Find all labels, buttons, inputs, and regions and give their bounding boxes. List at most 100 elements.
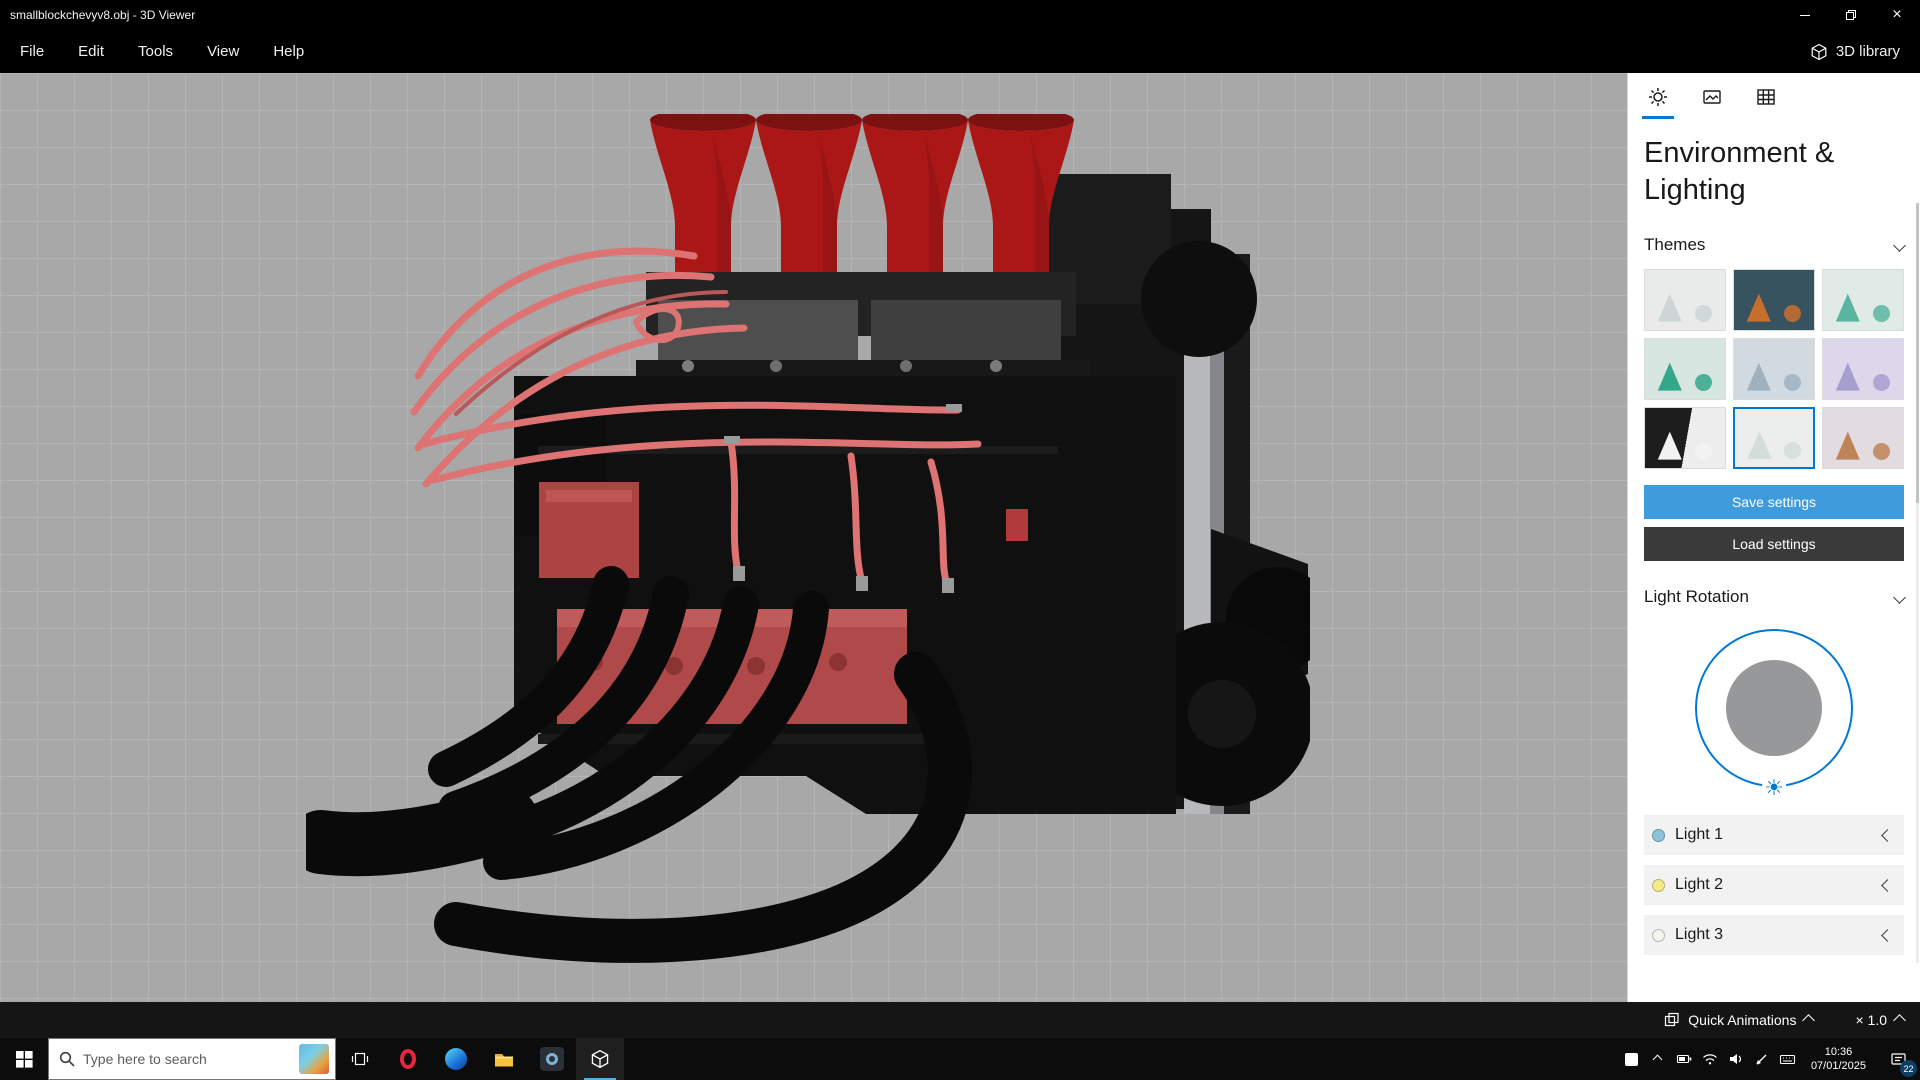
close-button[interactable]: × <box>1874 0 1920 30</box>
edge-icon <box>445 1048 467 1070</box>
tab-environment-lighting[interactable] <box>1642 85 1674 119</box>
theme-thumbnail-5[interactable] <box>1733 338 1815 400</box>
load-settings-button[interactable]: Load settings <box>1644 527 1904 561</box>
panel-scrollbar[interactable] <box>1916 203 1919 963</box>
action-center-button[interactable]: 22 <box>1876 1038 1920 1080</box>
tab-display[interactable] <box>1698 85 1726 119</box>
theme-cone <box>1657 362 1682 391</box>
theme-thumbnail-3[interactable] <box>1822 269 1904 331</box>
chevron-down-icon <box>1893 590 1906 604</box>
pen-button[interactable] <box>1749 1038 1775 1080</box>
opera-button[interactable] <box>384 1038 432 1080</box>
panel-heading: Environment & Lighting <box>1644 137 1835 206</box>
light-3-color-dot <box>1652 928 1665 942</box>
theme-thumbnail-8-selected[interactable] <box>1733 407 1815 469</box>
theme-thumbnail-7[interactable] <box>1644 407 1726 469</box>
light-2-color-dot <box>1652 878 1665 892</box>
engine-model[interactable] <box>306 114 1310 967</box>
viewport[interactable] <box>0 73 1627 1002</box>
minimize-button[interactable] <box>1782 0 1828 30</box>
sun-marker-icon[interactable]: ☀ <box>1762 775 1786 801</box>
3d-viewer-app-icon <box>591 1049 609 1069</box>
display-icon <box>1703 90 1721 104</box>
scrollbar-thumb[interactable] <box>1916 203 1919 503</box>
menu-edit[interactable]: Edit <box>61 30 121 73</box>
light-rotation-dial[interactable]: ☀ <box>1695 629 1853 801</box>
theme-sphere <box>1695 304 1713 322</box>
3d-viewer-taskbar-button[interactable] <box>576 1038 624 1080</box>
menu-help[interactable]: Help <box>256 30 321 73</box>
light-rotation-section-header[interactable]: Light Rotation <box>1644 587 1906 607</box>
light-1-row[interactable]: Light 1 <box>1644 815 1904 855</box>
tray-app-button[interactable] <box>1619 1038 1645 1080</box>
theme-thumbnail-4[interactable] <box>1644 338 1726 400</box>
theme-thumbnail-6[interactable] <box>1822 338 1904 400</box>
restore-icon <box>1846 10 1856 20</box>
gear-icon <box>546 1053 558 1065</box>
chevron-left-icon <box>1881 828 1894 842</box>
task-view-button[interactable] <box>336 1038 384 1080</box>
cube-icon <box>1811 43 1827 60</box>
light-1-label: Light 1 <box>1675 826 1724 843</box>
tab-grid[interactable] <box>1752 85 1780 119</box>
3d-library-button[interactable]: 3D library <box>1790 30 1920 73</box>
menu-file[interactable]: File <box>0 30 61 73</box>
gear-app-icon <box>540 1047 564 1071</box>
minimize-icon <box>1800 14 1810 16</box>
network-button[interactable] <box>1697 1038 1723 1080</box>
clock-time: 10:36 <box>1824 1046 1853 1058</box>
chevron-left-icon <box>1881 928 1894 942</box>
pen-icon <box>1756 1054 1767 1065</box>
playback-bar: Quick Animations × 1.0 <box>0 1002 1920 1038</box>
edge-button[interactable] <box>432 1038 480 1080</box>
light-rotation-knob[interactable] <box>1726 660 1822 756</box>
close-icon: × <box>1892 6 1902 23</box>
volume-button[interactable] <box>1723 1038 1749 1080</box>
themes-grid <box>1644 269 1904 469</box>
start-button[interactable] <box>0 1038 48 1080</box>
light-list: Light 1 Light 2 Light 3 <box>1644 815 1904 955</box>
touch-keyboard-button[interactable] <box>1775 1038 1801 1080</box>
restore-button[interactable] <box>1828 0 1874 30</box>
quick-animations-control[interactable]: Quick Animations <box>1664 1012 1816 1028</box>
theme-sphere <box>1873 373 1891 391</box>
theme-thumbnail-2[interactable] <box>1733 269 1815 331</box>
search-icon <box>59 1051 75 1067</box>
theme-cone <box>1657 293 1682 322</box>
chevron-up-icon <box>1802 1013 1816 1027</box>
window-title: smallblockchevyv8.obj - 3D Viewer <box>10 8 196 22</box>
show-hidden-icons-button[interactable] <box>1645 1038 1671 1080</box>
taskbar-clock[interactable]: 10:36 07/01/2025 <box>1801 1045 1876 1073</box>
sun-icon <box>1649 88 1667 106</box>
opera-icon <box>400 1049 416 1069</box>
file-explorer-button[interactable] <box>480 1038 528 1080</box>
taskbar-search-input[interactable] <box>83 1051 291 1067</box>
taskbar-search[interactable] <box>48 1038 336 1080</box>
light-rotation-label: Light Rotation <box>1644 587 1749 606</box>
theme-cone <box>1657 431 1682 460</box>
light-2-row[interactable]: Light 2 <box>1644 865 1904 905</box>
themes-section-header[interactable]: Themes <box>1644 235 1906 255</box>
theme-cone <box>1835 431 1860 460</box>
scale-value: × 1.0 <box>1855 1012 1887 1028</box>
theme-thumbnail-1[interactable] <box>1644 269 1726 331</box>
themes-label: Themes <box>1644 235 1706 254</box>
theme-sphere <box>1784 373 1802 391</box>
theme-thumbnail-9[interactable] <box>1822 407 1904 469</box>
menu-view[interactable]: View <box>190 30 256 73</box>
notification-badge: 22 <box>1900 1060 1917 1077</box>
theme-cone <box>1835 362 1860 391</box>
search-highlight-icon[interactable] <box>299 1044 329 1074</box>
chevron-up-icon <box>1893 1013 1906 1027</box>
app-button[interactable] <box>528 1038 576 1080</box>
menu-tools[interactable]: Tools <box>121 30 190 73</box>
theme-cone <box>1746 362 1771 391</box>
grid-icon <box>1757 89 1775 105</box>
light-3-row[interactable]: Light 3 <box>1644 915 1904 955</box>
quick-animations-icon <box>1665 1012 1679 1027</box>
keyboard-icon <box>1780 1054 1796 1065</box>
light-2-label: Light 2 <box>1675 876 1724 893</box>
battery-button[interactable] <box>1671 1038 1697 1080</box>
scale-control[interactable]: × 1.0 <box>1855 1012 1906 1028</box>
save-settings-button[interactable]: Save settings <box>1644 485 1904 519</box>
